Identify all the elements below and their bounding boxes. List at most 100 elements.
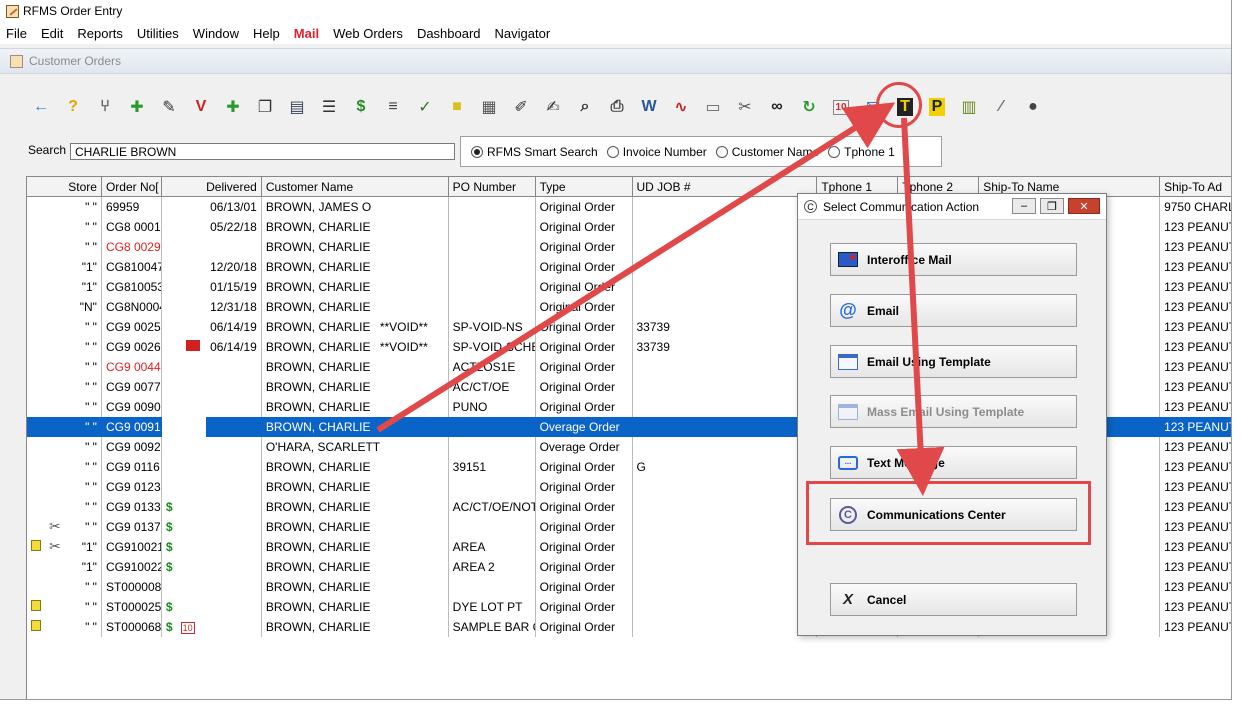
menu-web-orders[interactable]: Web Orders xyxy=(333,26,403,41)
edit-doc-icon[interactable]: ✐ xyxy=(508,94,534,120)
button-label: Email xyxy=(867,303,900,318)
flag-cell xyxy=(161,417,206,437)
flag-cell xyxy=(162,577,206,597)
dollar-icon: $ xyxy=(165,540,173,554)
store-cell: "1" ✂ xyxy=(47,537,102,557)
row-icons xyxy=(27,297,47,317)
calc-icon[interactable]: ▦ xyxy=(476,94,502,120)
money-icon[interactable]: $ xyxy=(348,94,374,120)
email-using-template-button[interactable]: Email Using Template xyxy=(830,345,1077,378)
copy-icon[interactable]: ❐ xyxy=(252,94,278,120)
document-icon[interactable]: ≡ xyxy=(380,94,406,120)
radio-tphone-1[interactable]: Tphone 1 xyxy=(828,145,895,159)
multi-window-icon[interactable]: ▤ xyxy=(284,94,310,120)
order-number-cell: CG8 0029 xyxy=(102,237,162,257)
app-window: RFMS Order Entry File Edit Reports Utilitie… xyxy=(0,0,1232,700)
flag-cell xyxy=(162,337,206,357)
menu-utilities[interactable]: Utilities xyxy=(137,26,179,41)
ship-to-address-cell: 123 PEANUT xyxy=(1164,460,1232,474)
menu-reports[interactable]: Reports xyxy=(77,26,123,41)
order-number-cell: CG810053 xyxy=(102,277,162,297)
menu-help[interactable]: Help xyxy=(253,26,280,41)
search-input[interactable] xyxy=(70,143,455,160)
column-header[interactable]: Ship-To Ad xyxy=(1160,177,1231,196)
column-header[interactable]: PO Number xyxy=(449,177,536,196)
minimize-button[interactable]: – xyxy=(1012,198,1036,214)
flag-cell: $ xyxy=(162,537,206,557)
calendar-icon[interactable]: 10 xyxy=(828,94,854,120)
column-header[interactable]: Type xyxy=(536,177,633,196)
copy-order-icon[interactable]: ✚ xyxy=(220,94,246,120)
order-number-cell: CG9 0025 xyxy=(102,317,162,337)
column-header[interactable]: Delivered xyxy=(162,177,262,196)
tools-icon[interactable]: ⑂ xyxy=(92,94,118,120)
book-icon xyxy=(185,340,200,351)
column-header[interactable]: Order No[ xyxy=(102,177,162,196)
word-icon[interactable]: W xyxy=(636,94,662,120)
radio-rfms-smart-search[interactable]: RFMS Smart Search xyxy=(471,145,598,159)
list-icon[interactable]: ☰ xyxy=(316,94,342,120)
po-number-cell: ACTLOS1E xyxy=(449,357,536,377)
ud-job-cell: 33739 xyxy=(633,317,818,337)
ship-to-address-cell: 123 PEANUT xyxy=(1164,320,1232,334)
customer-name-cell: BROWN, CHARLIE xyxy=(262,277,449,297)
row-icons xyxy=(27,577,47,597)
add-order-icon[interactable]: ✚ xyxy=(124,94,150,120)
note-icon[interactable]: ■ xyxy=(444,94,470,120)
column-header[interactable]: Store xyxy=(27,177,102,196)
ship-to-address-cell: 123 PEANUT xyxy=(1164,360,1232,374)
void-icon[interactable]: V xyxy=(188,94,214,120)
menu-dashboard[interactable]: Dashboard xyxy=(417,26,481,41)
interoffice-mail-button[interactable]: Interoffice Mail xyxy=(830,243,1077,276)
pen-icon[interactable]: ⁄ xyxy=(988,94,1014,120)
po-number-cell xyxy=(449,217,536,237)
signature-icon[interactable]: ∿ xyxy=(668,94,694,120)
radio-invoice-number[interactable]: Invoice Number xyxy=(606,145,707,159)
card-icon[interactable]: ▭ xyxy=(700,94,726,120)
column-header[interactable]: Customer Name xyxy=(262,177,449,196)
binoculars-icon[interactable]: ∞ xyxy=(764,94,790,120)
type-cell: Original Order xyxy=(536,257,633,277)
menu-file[interactable]: File xyxy=(6,26,27,41)
type-cell: Original Order xyxy=(536,457,633,477)
column-header[interactable]: UD JOB # xyxy=(633,177,818,196)
ship-to-address-cell: 123 PEANUT xyxy=(1164,220,1232,234)
menu-window[interactable]: Window xyxy=(193,26,239,41)
cancel-button[interactable]: X Cancel xyxy=(830,583,1077,616)
book-icon[interactable]: ▥ xyxy=(956,94,982,120)
refresh-icon[interactable]: ↻ xyxy=(796,94,822,120)
type-cell: Original Order xyxy=(536,397,633,417)
restore-button[interactable]: ❐ xyxy=(1040,198,1064,214)
radio-customer-name[interactable]: Customer Name xyxy=(715,145,819,159)
order-number-cell: ST000008 xyxy=(102,577,162,597)
email-button[interactable]: @ Email xyxy=(830,294,1077,327)
check-icon[interactable]: ✓ xyxy=(412,94,438,120)
pen-doc-icon[interactable]: ✍ xyxy=(540,94,566,120)
paperclip-icon[interactable]: ✂ xyxy=(732,94,758,120)
flag-cell: $ xyxy=(162,597,206,617)
ud-job-cell xyxy=(633,237,818,257)
help-icon[interactable]: ? xyxy=(60,94,86,120)
globe-icon[interactable]: ● xyxy=(1020,94,1046,120)
subwindow-icon xyxy=(10,54,23,68)
menu-navigator[interactable]: Navigator xyxy=(495,26,551,41)
print-icon[interactable]: ⎙ xyxy=(604,94,630,120)
menu-mail[interactable]: Mail xyxy=(294,26,319,41)
search-doc-icon[interactable]: ⌕ xyxy=(572,94,598,120)
search-label: Search xyxy=(28,143,67,157)
search-options: RFMS Smart Search Invoice Number Customer … xyxy=(460,136,942,167)
order-number-cell: CG9 0044 xyxy=(102,357,162,377)
store-cell: " " xyxy=(47,217,102,237)
ud-job-cell xyxy=(633,557,818,577)
p-icon[interactable]: P xyxy=(924,94,950,120)
button-label: Mass Email Using Template xyxy=(867,404,1025,419)
back-arrow-icon[interactable]: ← xyxy=(28,94,54,120)
flag-cell xyxy=(162,237,206,257)
store-cell: " " xyxy=(47,317,102,337)
edit-order-icon[interactable]: ✎ xyxy=(156,94,182,120)
menu-edit[interactable]: Edit xyxy=(41,26,63,41)
text-message-button[interactable]: ... Text Message xyxy=(830,446,1077,479)
customer-name-cell: BROWN, CHARLIE xyxy=(262,537,449,557)
close-button[interactable]: ✕ xyxy=(1068,198,1100,214)
po-number-cell: SP-VOID-NS xyxy=(449,317,536,337)
